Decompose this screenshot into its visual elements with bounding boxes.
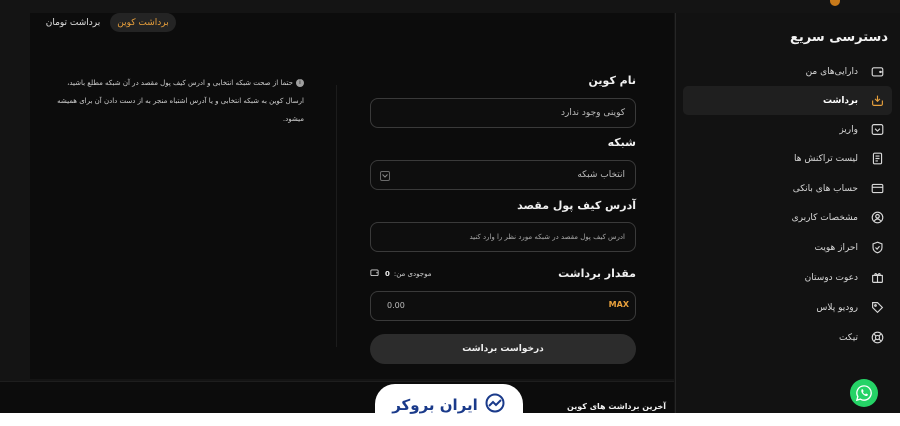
notification-dot <box>830 0 840 6</box>
brand-logo: ایران بروکر <box>375 384 523 426</box>
balance-readout: موجودی من: 0 <box>370 268 431 279</box>
withdraw-panel: برداشت کوین برداشت تومان iحتما از صحت شب… <box>30 13 674 379</box>
tab-coin-withdraw[interactable]: برداشت کوین <box>110 13 176 32</box>
coin-select[interactable]: کوینی وجود ندارد <box>370 98 636 128</box>
coin-name-label: نام کوین <box>588 74 636 87</box>
sidebar-item-label: تیکت <box>838 332 858 343</box>
network-select[interactable]: انتخاب شبکه <box>370 160 636 190</box>
amount-label: مقدار برداشت <box>558 267 636 280</box>
sidebar-item-bank-accounts[interactable]: حساب های بانکی <box>683 174 892 203</box>
top-bar <box>0 0 900 13</box>
amount-input[interactable]: MAX 0.00 <box>370 291 636 321</box>
info-icon: i <box>296 79 304 87</box>
support-icon <box>870 331 884 345</box>
tab-toman-withdraw[interactable]: برداشت تومان <box>42 13 104 32</box>
wallet-address-input[interactable]: ادرس کیف پول مقصد در شبکه مورد نظر را وا… <box>370 222 636 252</box>
network-label: شبکه <box>607 136 636 149</box>
trend-icon <box>484 393 506 417</box>
wallet-icon <box>870 65 884 79</box>
sidebar-item-assets[interactable]: دارایی‌های من <box>683 57 892 86</box>
sidebar: دسترسی سریع دارایی‌های من برداشت واریز ل… <box>675 13 900 426</box>
sidebar-item-label: دارایی‌های من <box>805 66 858 77</box>
chevron-down-icon <box>380 171 390 181</box>
sidebar-item-deposit[interactable]: واریز <box>683 115 892 144</box>
sidebar-item-ticket[interactable]: تیکت <box>683 323 892 352</box>
whatsapp-icon <box>855 385 872 402</box>
tag-icon <box>870 301 884 315</box>
max-button[interactable]: MAX <box>609 300 629 309</box>
sidebar-item-label: دعوت دوستان <box>804 272 858 283</box>
sidebar-item-label: مشخصات کاربری <box>791 212 858 223</box>
coin-select-value: کوینی وجود ندارد <box>560 108 625 118</box>
sidebar-item-invite[interactable]: دعوت دوستان <box>683 263 892 292</box>
wallet-address-placeholder: ادرس کیف پول مقصد در شبکه مورد نظر را وا… <box>469 233 625 241</box>
card-icon <box>870 182 884 196</box>
sidebar-item-kyc[interactable]: احراز هویت <box>683 233 892 262</box>
wallet-small-icon <box>370 268 379 279</box>
amount-value: 0.00 <box>387 301 405 310</box>
sidebar-item-plus[interactable]: رودیو پلاس <box>683 293 892 322</box>
sidebar-item-label: واریز <box>839 124 858 135</box>
user-icon <box>870 211 884 225</box>
sidebar-item-profile[interactable]: مشخصات کاربری <box>683 203 892 232</box>
warning-text: حتما از صحت شبکه انتخابی و ادرس کیف پول … <box>57 79 304 123</box>
wallet-address-label: آدرس کیف پول مقصد <box>517 199 636 212</box>
sidebar-item-label: حساب های بانکی <box>792 183 858 194</box>
sidebar-item-withdraw[interactable]: برداشت <box>683 86 892 115</box>
network-select-value: انتخاب شبکه <box>577 170 625 180</box>
submit-withdraw-button[interactable]: درخواست برداشت <box>370 334 636 364</box>
divider <box>336 85 337 347</box>
sidebar-item-label: رودیو پلاس <box>816 302 858 313</box>
logo-text: ایران بروکر <box>392 396 478 414</box>
sidebar-item-label: لیست تراکنش ها <box>794 153 858 164</box>
deposit-icon <box>870 123 884 137</box>
withdraw-icon <box>870 94 884 108</box>
sidebar-item-label: برداشت <box>822 95 858 106</box>
balance-value: 0 <box>385 269 390 278</box>
sidebar-item-transactions[interactable]: لیست تراکنش ها <box>683 144 892 173</box>
warning-note: iحتما از صحت شبکه انتخابی و ادرس کیف پول… <box>52 74 304 128</box>
whatsapp-button[interactable] <box>850 379 878 407</box>
shield-check-icon <box>870 241 884 255</box>
sidebar-title: دسترسی سریع <box>790 30 888 45</box>
recent-withdrawals-title: آخرین برداشت های کوین <box>567 402 666 411</box>
balance-label: موجودی من: <box>393 269 432 278</box>
sidebar-item-label: احراز هویت <box>814 242 858 253</box>
gift-icon <box>870 271 884 285</box>
receipt-icon <box>870 152 884 166</box>
